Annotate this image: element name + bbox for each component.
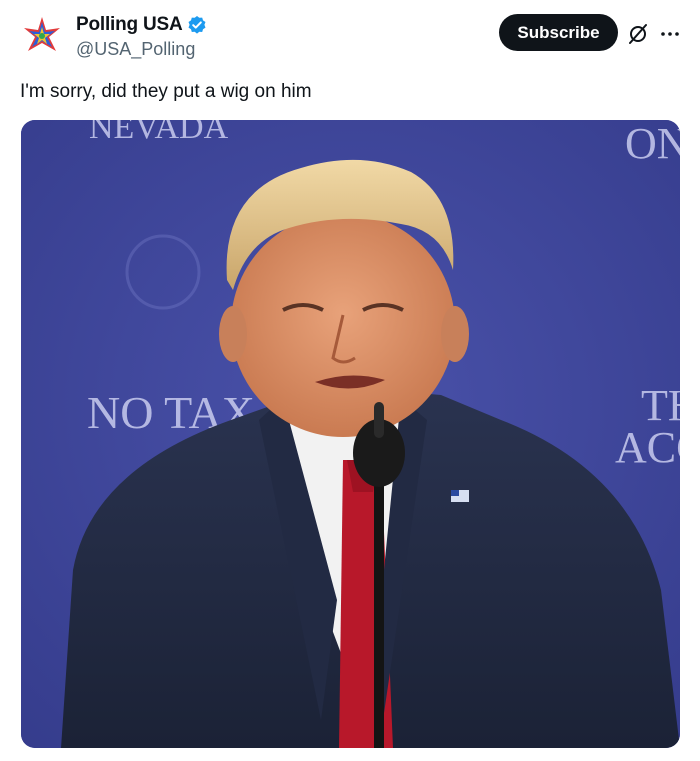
verified-badge-icon[interactable] xyxy=(187,15,207,35)
tweet-card: Polling USA @USA_Polling Subscribe I'm s… xyxy=(0,0,700,761)
subscribe-button[interactable]: Subscribe xyxy=(499,14,618,51)
author-handle[interactable]: @USA_Polling xyxy=(76,39,195,60)
author-display-name[interactable]: Polling USA xyxy=(76,14,183,36)
avatar[interactable] xyxy=(20,14,64,58)
author-name-row: Polling USA xyxy=(76,14,207,36)
backdrop-text-right-2: ACC xyxy=(615,423,680,472)
tweet-media-image[interactable]: NEVADA ON NO TAX TH ACC xyxy=(21,120,680,748)
backdrop-text-top-right: ON xyxy=(625,120,680,168)
face xyxy=(231,213,455,437)
backdrop-text-top-left: NEVADA xyxy=(89,120,229,146)
speaker-photo: NEVADA ON NO TAX TH ACC xyxy=(21,120,680,748)
tweet-text: I'm sorry, did they put a wig on him xyxy=(20,81,312,102)
more-options-icon[interactable] xyxy=(658,22,682,46)
grok-icon[interactable] xyxy=(626,22,650,46)
star-logo-icon xyxy=(24,17,60,51)
